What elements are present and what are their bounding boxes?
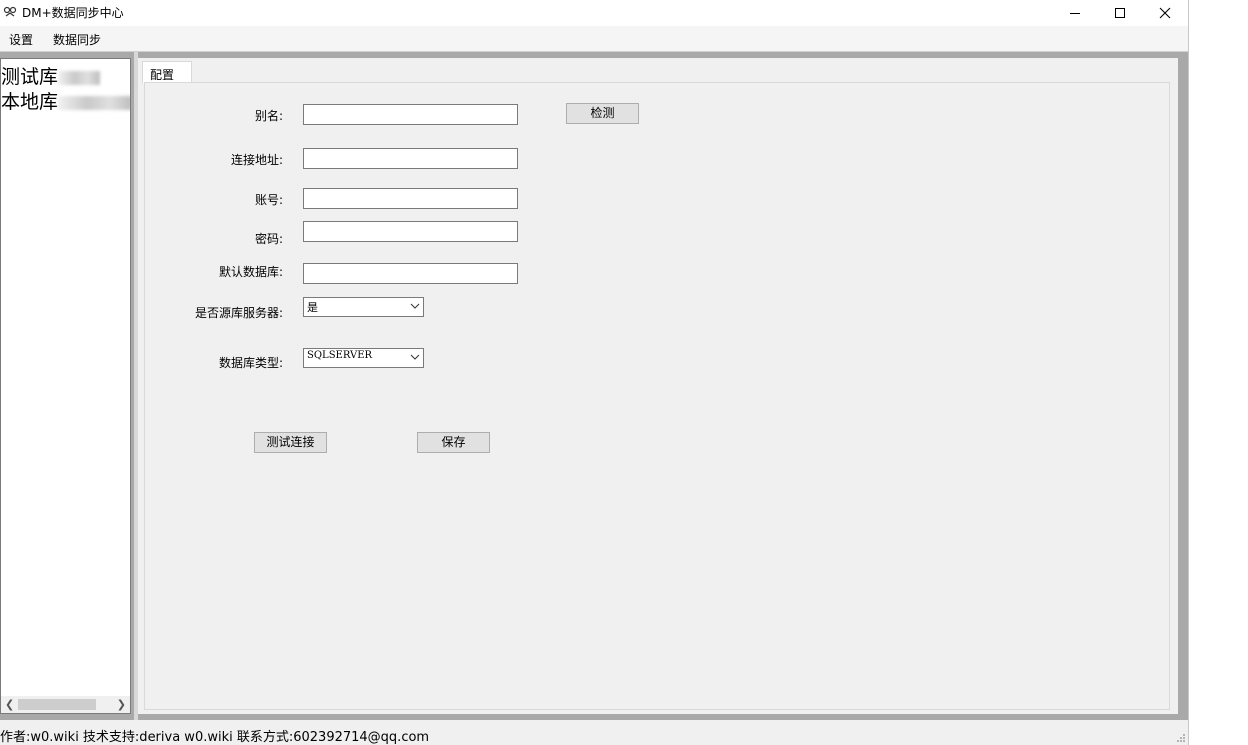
db-type-label: 数据库类型: [218, 356, 283, 370]
title-bar[interactable]: DM+数据同步中心 [0, 0, 1188, 26]
minimize-button[interactable] [1052, 0, 1098, 26]
password-label: 密码: [254, 232, 283, 246]
default-db-input[interactable] [303, 263, 518, 284]
chevron-down-icon [410, 354, 420, 360]
chevron-down-icon [410, 303, 420, 309]
source-server-value: 是 [307, 301, 318, 314]
db-type-select[interactable]: SQLSERVER [303, 348, 424, 368]
alias-input[interactable] [303, 104, 518, 125]
default-db-label: 默认数据库: [218, 265, 283, 279]
tree-horizontal-scrollbar[interactable]: ❮ ❯ [1, 696, 130, 713]
tree-node-local-db[interactable]: 本地库 [1, 87, 130, 114]
window-title: DM+数据同步中心 [22, 6, 124, 20]
source-server-select[interactable]: 是 [303, 297, 424, 317]
close-button[interactable] [1142, 0, 1188, 26]
scroll-left-icon[interactable]: ❮ [5, 698, 14, 711]
test-connection-button[interactable]: 测试连接 [254, 432, 327, 453]
menu-bar: 设置 数据同步 [0, 26, 1188, 52]
account-label: 账号: [254, 193, 283, 207]
redacted-text [58, 95, 130, 110]
menu-settings[interactable]: 设置 [9, 31, 33, 48]
status-text: 作者:w0.wiki 技术支持:deriva w0.wiki 联系方式:6023… [0, 730, 430, 745]
app-window: DM+数据同步中心 设置 数据同步 测试库 本地库 ❮ ❯ 配置 别名: 检测 … [0, 0, 1189, 745]
tree-node-label: 本地库 [1, 91, 59, 113]
address-label: 连接地址: [230, 153, 283, 167]
status-bar: 作者:w0.wiki 技术支持:deriva w0.wiki 联系方式:6023… [0, 722, 1188, 745]
scroll-right-icon[interactable]: ❯ [117, 698, 126, 711]
source-server-label: 是否源库服务器: [194, 306, 283, 320]
maximize-icon [1115, 8, 1125, 18]
maximize-button[interactable] [1097, 0, 1143, 26]
database-tree[interactable]: 测试库 本地库 ❮ ❯ [0, 58, 131, 714]
scroll-thumb[interactable] [18, 699, 96, 710]
minimize-icon [1070, 13, 1080, 14]
check-button[interactable]: 检测 [566, 103, 639, 124]
close-icon [1159, 7, 1171, 19]
save-button[interactable]: 保存 [417, 432, 490, 453]
tree-node-test-db[interactable]: 测试库 [1, 62, 101, 89]
address-input[interactable] [303, 148, 518, 169]
tab-control: 配置 别名: 检测 连接地址: 账号: 密码: 默认数据库: 是否源库服务器: … [138, 58, 1178, 714]
db-type-value: SQLSERVER [307, 350, 373, 361]
alias-label: 别名: [254, 109, 283, 123]
password-input[interactable] [303, 221, 518, 242]
tree-node-label: 测试库 [1, 66, 59, 88]
app-icon [3, 6, 17, 17]
resize-grip-icon[interactable] [1176, 733, 1186, 743]
account-input[interactable] [303, 188, 518, 209]
redacted-text [58, 70, 101, 85]
menu-data-sync[interactable]: 数据同步 [53, 31, 101, 48]
config-panel: 别名: 检测 连接地址: 账号: 密码: 默认数据库: 是否源库服务器: 是 数… [144, 82, 1170, 710]
tab-config[interactable]: 配置 [142, 61, 192, 83]
